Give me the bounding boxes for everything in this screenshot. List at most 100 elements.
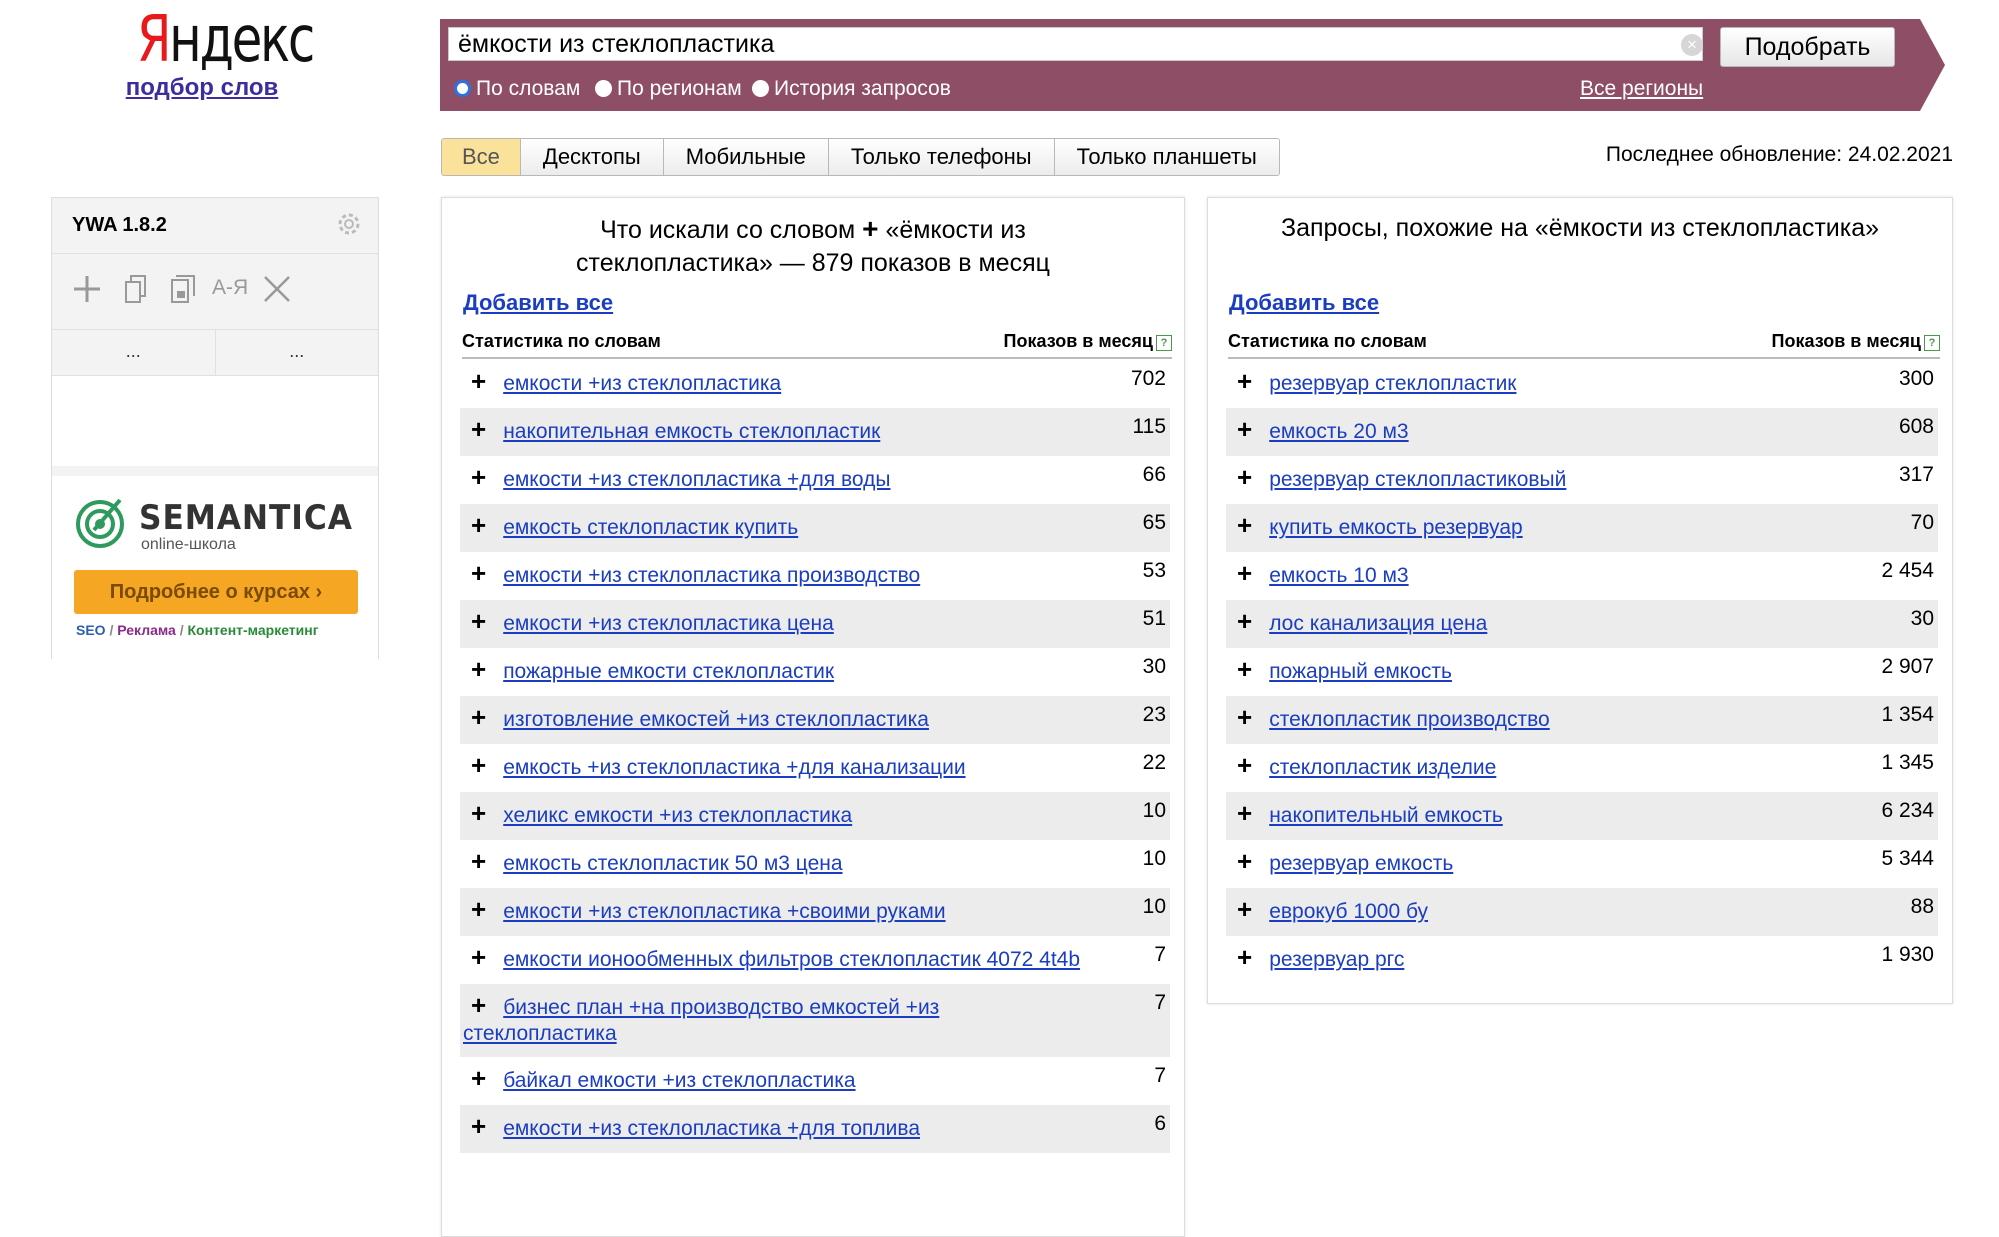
tab-tablets-only[interactable]: Только планшеты (1054, 139, 1279, 175)
add-keyword-button[interactable]: + (1237, 654, 1252, 684)
similar-queries-panel: Запросы, похожие на «ёмкости из стеклопл… (1207, 197, 1953, 1004)
keyword-link[interactable]: изготовление емкостей +из стеклопластика (503, 708, 929, 731)
help-icon[interactable]: ? (1924, 335, 1940, 351)
courses-button[interactable]: Подробнее о курсах › (74, 570, 358, 614)
keyword-link[interactable]: резервуар стеклопластик (1269, 372, 1516, 395)
impressions-count: 115 (1132, 415, 1166, 438)
radio-by-regions[interactable]: По регионам (595, 74, 742, 104)
add-keyword-button[interactable]: + (471, 414, 486, 444)
keyword-link[interactable]: емкости +из стеклопластика производство (503, 564, 920, 587)
keyword-link[interactable]: емкость стеклопластик купить (503, 516, 798, 539)
keyword-link[interactable]: емкости +из стеклопластика +своими рукам… (503, 900, 945, 923)
tab-phones-only[interactable]: Только телефоны (828, 139, 1055, 175)
keyword-link[interactable]: пожарные емкости стеклопластик (503, 660, 834, 683)
clear-icon[interactable] (260, 272, 294, 306)
radio-by-words[interactable]: По словам (454, 74, 580, 104)
keyword-link[interactable]: хеликс емкости +из стеклопластика (503, 804, 852, 827)
add-keyword-button[interactable]: + (471, 702, 486, 732)
export-icon[interactable] (166, 272, 200, 306)
add-keyword-button[interactable]: + (471, 606, 486, 636)
add-keyword-button[interactable]: + (1237, 702, 1252, 732)
add-keyword-button[interactable]: + (1237, 846, 1252, 876)
add-keyword-button[interactable]: + (1237, 366, 1252, 396)
ywa-column[interactable]: ... (216, 329, 379, 375)
yandex-logo[interactable]: Яндекс подбор слов (112, 2, 316, 102)
keyword-link[interactable]: резервуар емкость (1269, 852, 1453, 875)
add-keyword-button[interactable]: + (1237, 558, 1252, 588)
submit-button[interactable]: Подобрать (1720, 27, 1895, 67)
keyword-link[interactable]: байкал емкости +из стеклопластика (503, 1069, 855, 1092)
keyword-link[interactable]: емкость 10 м3 (1269, 564, 1408, 587)
add-keyword-button[interactable]: + (471, 654, 486, 684)
keyword-list: + резервуар стеклопластик 300 + емкость 20 м… (1226, 360, 1938, 984)
keyword-link[interactable]: купить емкость резервуар (1269, 516, 1523, 539)
add-keyword-button[interactable]: + (1237, 750, 1252, 780)
search-bar: ёмкости из стеклопластика × Подобрать По… (440, 19, 1945, 111)
add-keyword-button[interactable]: + (1237, 942, 1252, 972)
ywa-toolbar: А-Я (52, 253, 378, 330)
wordstat-link[interactable]: подбор слов (112, 74, 292, 102)
keyword-link[interactable]: емкость стеклопластик 50 м3 цена (503, 852, 842, 875)
tab-mobile[interactable]: Мобильные (663, 139, 829, 175)
semantica-subtitle: online-школа (141, 536, 236, 553)
keyword-link[interactable]: лос канализация цена (1269, 612, 1487, 635)
add-keyword-button[interactable]: + (1237, 414, 1252, 444)
tab-desktops[interactable]: Десктопы (520, 139, 664, 175)
keyword-link[interactable]: емкость +из стеклопластика +для канализа… (503, 756, 965, 779)
ywa-column[interactable]: ... (52, 329, 216, 375)
add-keyword-button[interactable]: + (471, 558, 486, 588)
keyword-link[interactable]: емкости +из стеклопластика +для воды (503, 468, 890, 491)
keyword-link[interactable]: емкости ионообменных фильтров стеклоплас… (503, 948, 1080, 971)
clear-input-icon[interactable]: × (1681, 34, 1703, 56)
add-all-link[interactable]: Добавить все (1229, 290, 1379, 316)
add-all-link[interactable]: Добавить все (463, 290, 613, 316)
impressions-count: 65 (1142, 511, 1166, 534)
keyword-link[interactable]: пожарный емкость (1269, 660, 1452, 683)
keyword-link[interactable]: емкости +из стеклопластика (503, 372, 781, 395)
add-keyword-button[interactable]: + (471, 1111, 486, 1141)
add-keyword-button[interactable]: + (471, 942, 486, 972)
semantica-ad[interactable]: SEMANTICA online-школа Подробнее о курса… (52, 476, 378, 660)
keyword-link[interactable]: емкость 20 м3 (1269, 420, 1408, 443)
plus-icon[interactable] (70, 272, 104, 306)
add-keyword-button[interactable]: + (1237, 798, 1252, 828)
logo-wordmark: Яндекс (136, 3, 315, 77)
add-keyword-button[interactable]: + (471, 1063, 486, 1093)
keyword-link[interactable]: стеклопластик производство (1269, 708, 1550, 731)
keyword-link[interactable]: стеклопластик изделие (1269, 756, 1496, 779)
add-keyword-button[interactable]: + (1237, 606, 1252, 636)
add-keyword-button[interactable]: + (471, 366, 486, 396)
add-keyword-button[interactable]: + (1237, 510, 1252, 540)
keyword-link[interactable]: еврокуб 1000 бу (1269, 900, 1428, 923)
help-icon[interactable]: ? (1156, 335, 1172, 351)
keyword-link[interactable]: накопительная емкость стеклопластик (503, 420, 880, 443)
keyword-link[interactable]: резервуар ргс (1269, 948, 1404, 971)
add-keyword-button[interactable]: + (1237, 894, 1252, 924)
gear-icon[interactable] (335, 210, 363, 238)
add-keyword-button[interactable]: + (471, 894, 486, 924)
keyword-link[interactable]: бизнес план +на производство емкостей +и… (463, 996, 939, 1045)
keyword-link[interactable]: емкости +из стеклопластика +для топлива (503, 1117, 920, 1140)
keyword-link[interactable]: резервуар стеклопластиковый (1269, 468, 1566, 491)
add-keyword-button[interactable]: + (471, 846, 486, 876)
tab-all[interactable]: Все (442, 139, 521, 175)
add-keyword-button[interactable]: + (471, 510, 486, 540)
keyword-row: + накопительный емкость 6 234 (1226, 792, 1938, 840)
add-keyword-button[interactable]: + (1237, 462, 1252, 492)
impressions-count: 22 (1142, 751, 1166, 774)
add-keyword-button[interactable]: + (471, 750, 486, 780)
all-regions-link[interactable]: Все регионы (1580, 77, 1703, 101)
keyword-row: + лос канализация цена 30 (1226, 600, 1938, 648)
keyword-link[interactable]: накопительный емкость (1269, 804, 1503, 827)
copy-icon[interactable] (118, 272, 152, 306)
radio-history[interactable]: История запросов (752, 74, 951, 104)
search-input[interactable]: ёмкости из стеклопластика × (448, 27, 1703, 61)
add-keyword-button[interactable]: + (471, 990, 486, 1020)
ywa-columns: ... ... (52, 329, 378, 376)
sort-az-icon[interactable]: А-Я (212, 276, 252, 310)
add-keyword-button[interactable]: + (471, 462, 486, 492)
add-keyword-button[interactable]: + (471, 798, 486, 828)
keyword-link[interactable]: емкости +из стеклопластика цена (503, 612, 834, 635)
impressions-count: 30 (1910, 607, 1934, 630)
impressions-count: 6 (1154, 1112, 1166, 1135)
